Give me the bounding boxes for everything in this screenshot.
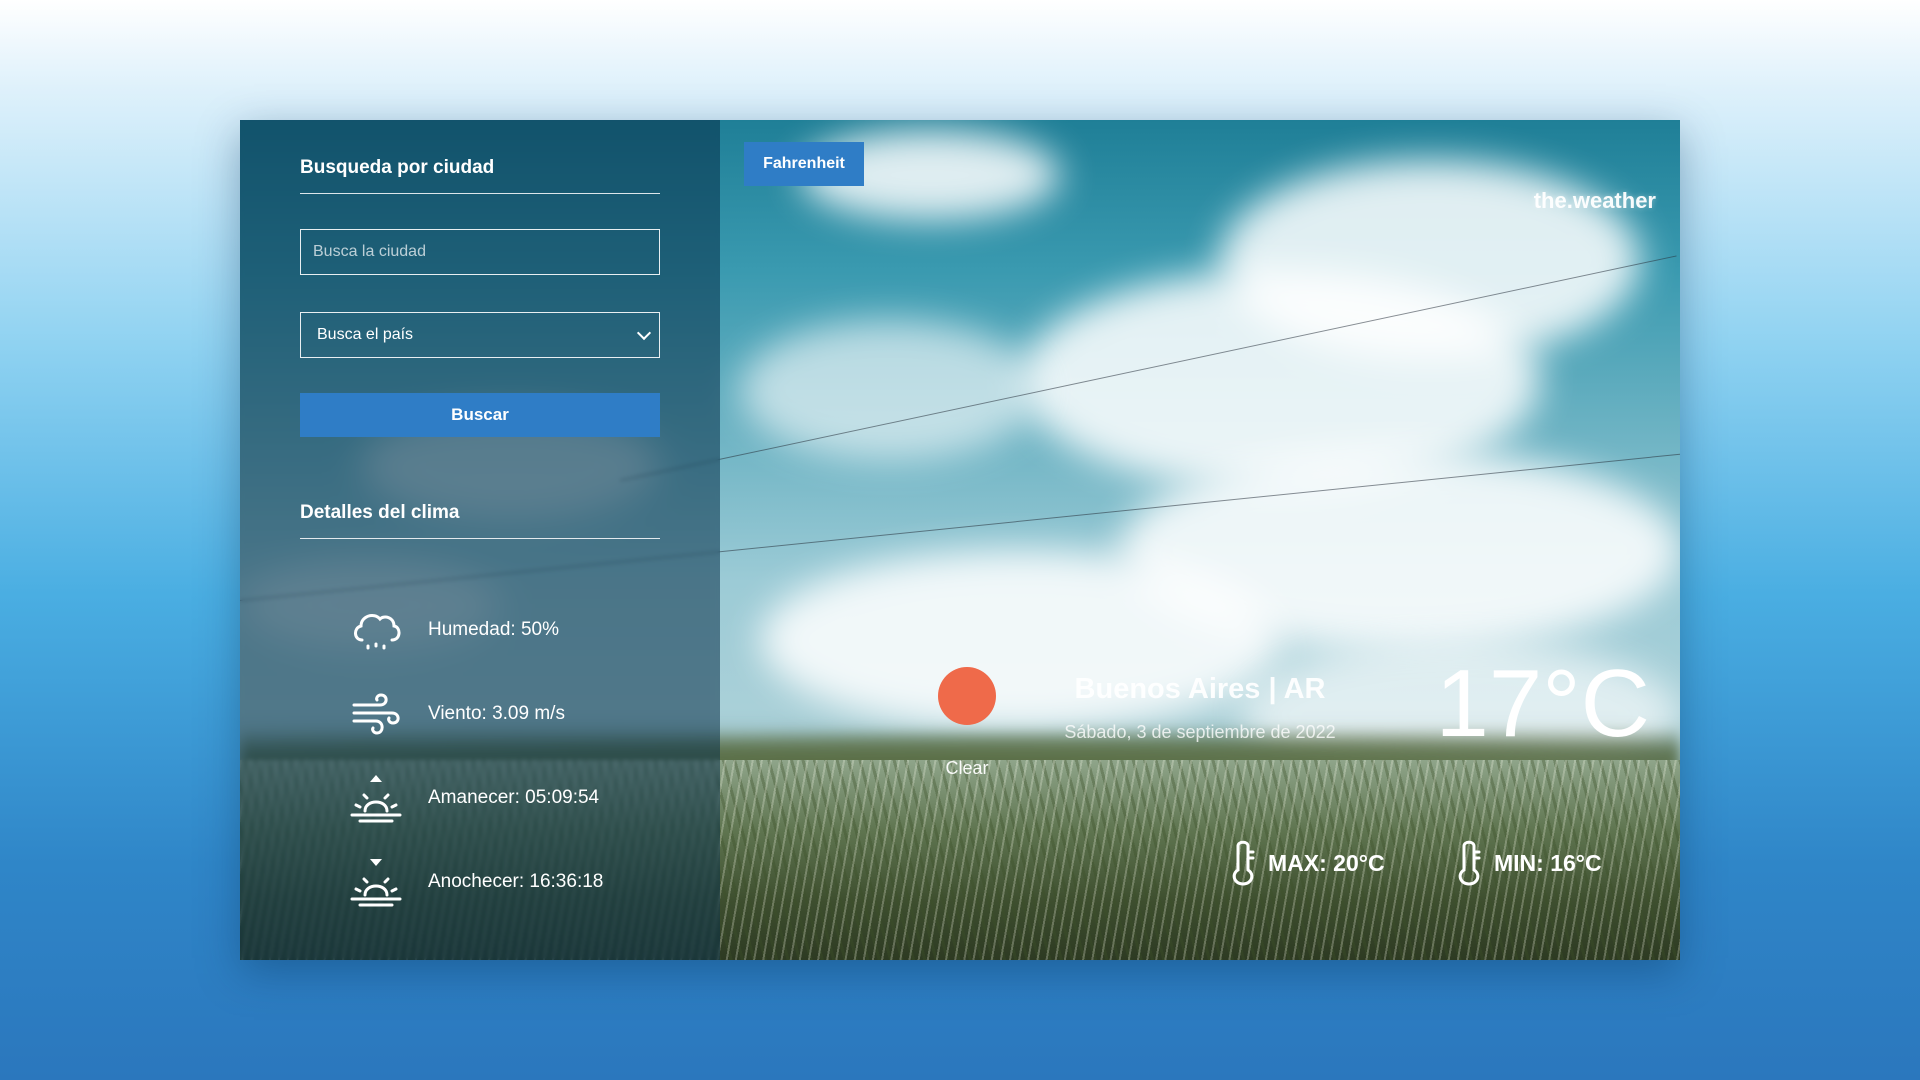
search-button[interactable]: Buscar bbox=[300, 393, 660, 437]
thermometer-icon bbox=[1230, 840, 1256, 886]
min-temperature: MIN: 16°C bbox=[1456, 840, 1602, 886]
humidity-label: Humedad: 50% bbox=[428, 619, 559, 640]
max-temperature-label: MAX: 20°C bbox=[1268, 849, 1385, 876]
sunset-icon bbox=[348, 857, 404, 907]
location-title: Buenos Aires | AR bbox=[1074, 673, 1326, 705]
details-section-title: Detalles del clima bbox=[300, 502, 660, 539]
sunrise-icon bbox=[348, 773, 404, 823]
sun-icon bbox=[938, 667, 996, 725]
wind-label: Viento: 3.09 m/s bbox=[428, 703, 565, 724]
cloud-icon bbox=[348, 605, 404, 655]
weather-app: Busqueda por ciudad Busca el país Buscar… bbox=[240, 120, 1680, 960]
max-temperature: MAX: 20°C bbox=[1230, 840, 1385, 886]
city-search-input[interactable] bbox=[300, 229, 660, 275]
brand-logo: the.weather bbox=[1533, 188, 1656, 213]
sunrise-label: Amanecer: 05:09:54 bbox=[428, 787, 600, 808]
thermometer-icon bbox=[1456, 840, 1482, 886]
sidebar: Busqueda por ciudad Busca el país Buscar… bbox=[240, 120, 720, 960]
sunset-detail: Anochecer: 16:36:18 bbox=[348, 857, 603, 907]
wind-icon bbox=[348, 689, 404, 739]
sunset-label: Anochecer: 16:36:18 bbox=[428, 871, 604, 892]
current-temperature: 17°C bbox=[1435, 650, 1651, 757]
sunrise-detail: Amanecer: 05:09:54 bbox=[348, 773, 599, 823]
min-temperature-label: MIN: 16°C bbox=[1494, 849, 1602, 876]
wind-detail: Viento: 3.09 m/s bbox=[348, 689, 565, 739]
current-date: Sábado, 3 de septiembre de 2022 bbox=[1064, 722, 1336, 742]
weather-condition: Clear bbox=[945, 758, 989, 778]
country-select[interactable]: Busca el país bbox=[300, 312, 660, 358]
chevron-down-icon bbox=[636, 325, 652, 340]
country-select-value: Busca el país bbox=[317, 326, 414, 343]
fahrenheit-toggle-button[interactable]: Fahrenheit bbox=[744, 142, 864, 186]
humidity-detail: Humedad: 50% bbox=[348, 605, 559, 655]
search-section-title: Busqueda por ciudad bbox=[300, 157, 660, 194]
